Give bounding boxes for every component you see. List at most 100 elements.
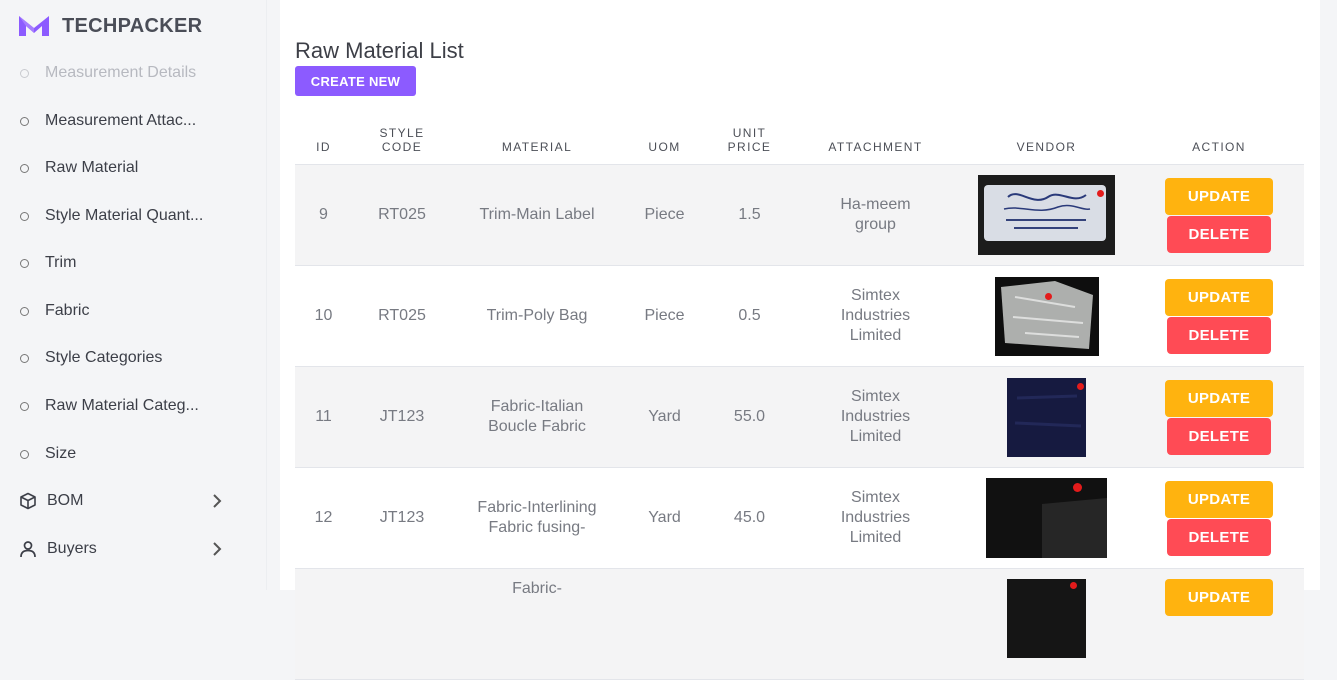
woven-label-photo[interactable] (978, 175, 1115, 255)
sidebar-item-label: Style Material Quant... (45, 207, 204, 224)
circle-icon (20, 353, 29, 363)
navy-fabric-photo[interactable] (1007, 377, 1086, 457)
cell-attachment: Simtex Industries Limited (792, 467, 959, 569)
table-row: 9 RT025 Trim-Main Label Piece 1.5 Ha-mee… (295, 164, 1304, 266)
update-button[interactable]: UPDATE (1165, 177, 1273, 215)
cell-style-code: JT123 (352, 366, 452, 468)
cell-uom: Yard (622, 467, 707, 569)
circle-icon (20, 211, 29, 221)
techpacker-logo-icon (18, 14, 50, 38)
sidebar-item-style-material-quantity[interactable]: Style Material Quant... (18, 201, 228, 231)
cell-style-code: RT025 (352, 164, 452, 266)
cell-action: UPDATE DELETE (1134, 467, 1304, 569)
sidebar-item-label: Style Categories (45, 349, 163, 366)
cell-action: UPDATE DELETE (1134, 366, 1304, 468)
cell-vendor (959, 164, 1134, 266)
sidebar-item-style-categories[interactable]: Style Categories (18, 343, 228, 373)
cell-material: Fabric-Italian Boucle Fabric (452, 366, 622, 468)
cell-material: Trim-Main Label (452, 164, 622, 266)
cell-unit-price: 55.0 (707, 366, 792, 468)
cell-action: UPDATE DELETE (1134, 265, 1304, 367)
page-title: Raw Material List (295, 38, 464, 63)
cell-unit-price: 0.5 (707, 265, 792, 367)
dark-fabric-photo[interactable] (1007, 579, 1086, 658)
circle-icon (20, 449, 29, 459)
column-header-vendor[interactable]: VENDOR (959, 110, 1134, 165)
brand-name: TECHPACKER (62, 14, 203, 37)
table-row: Fabric- UPDATE (295, 568, 1304, 680)
cell-uom (622, 568, 707, 680)
sidebar-item-measurement-details[interactable]: Measurement Details (18, 58, 228, 88)
sidebar-item-trim[interactable]: Trim (18, 248, 228, 278)
cell-action: UPDATE DELETE (1134, 164, 1304, 266)
circle-icon (20, 401, 29, 411)
cell-id: 10 (295, 265, 352, 367)
cell-unit-price: 1.5 (707, 164, 792, 266)
circle-icon (20, 68, 29, 78)
chevron-right-icon (212, 493, 222, 514)
cell-id: 12 (295, 467, 352, 569)
sidebar-item-fabric[interactable]: Fabric (18, 296, 228, 326)
cell-id: 11 (295, 366, 352, 468)
create-new-button[interactable]: CREATE NEW (295, 66, 416, 96)
cell-style-code (352, 568, 452, 680)
chevron-right-icon (212, 541, 222, 562)
circle-icon (20, 258, 29, 268)
table-header-row: ID STYLE CODE MATERIAL UOM UNIT PRICE AT… (295, 110, 1304, 165)
update-button[interactable]: UPDATE (1165, 379, 1273, 417)
sidebar-item-buyers[interactable]: Buyers (18, 534, 228, 564)
delete-button[interactable]: DELETE (1167, 417, 1271, 455)
column-header-attachment[interactable]: ATTACHMENT (792, 110, 959, 165)
cell-unit-price: 45.0 (707, 467, 792, 569)
delete-button[interactable]: DELETE (1167, 215, 1271, 253)
update-button[interactable]: UPDATE (1165, 480, 1273, 518)
sidebar-item-raw-material-categories[interactable]: Raw Material Categ... (18, 391, 228, 421)
sidebar-item-size[interactable]: Size (18, 439, 228, 469)
column-header-id[interactable]: ID (295, 110, 352, 165)
cell-id (295, 568, 352, 680)
main-panel: Raw Material List CREATE NEW ID STYLE CO… (280, 0, 1320, 680)
cell-style-code: RT025 (352, 265, 452, 367)
cell-vendor (959, 366, 1134, 468)
table-row: 10 RT025 Trim-Poly Bag Piece 0.5 Simtex … (295, 265, 1304, 367)
cell-vendor (959, 265, 1134, 367)
cell-material: Trim-Poly Bag (452, 265, 622, 367)
sidebar: TECHPACKER Measurement Details Measureme… (0, 0, 267, 590)
sidebar-item-label: Fabric (45, 302, 90, 319)
sidebar-item-measurement-attachment[interactable]: Measurement Attac... (18, 106, 228, 136)
update-button[interactable]: UPDATE (1165, 278, 1273, 316)
cell-action: UPDATE (1134, 568, 1304, 680)
sidebar-item-bom[interactable]: BOM (18, 486, 228, 516)
sidebar-item-label: Measurement Attac... (45, 112, 197, 129)
sidebar-item-label: BOM (47, 492, 84, 509)
cell-uom: Piece (622, 164, 707, 266)
cell-material: Fabric-Interlining Fabric fusing- (452, 467, 622, 569)
cell-uom: Piece (622, 265, 707, 367)
raw-material-table: ID STYLE CODE MATERIAL UOM UNIT PRICE AT… (295, 110, 1304, 680)
circle-icon (20, 116, 29, 126)
column-header-material[interactable]: MATERIAL (452, 110, 622, 165)
delete-button[interactable]: DELETE (1167, 316, 1271, 354)
black-interlining-photo[interactable] (986, 478, 1107, 558)
cell-style-code: JT123 (352, 467, 452, 569)
cell-attachment (792, 568, 959, 680)
sidebar-item-raw-material[interactable]: Raw Material (18, 153, 228, 183)
cell-attachment: Simtex Industries Limited (792, 366, 959, 468)
sidebar-item-label: Trim (45, 254, 77, 271)
cube-icon (18, 491, 38, 511)
brand[interactable]: TECHPACKER (18, 14, 202, 38)
column-header-style-code[interactable]: STYLE CODE (352, 110, 452, 165)
user-icon (18, 539, 38, 559)
column-header-unit-price[interactable]: UNIT PRICE (707, 110, 792, 165)
update-button[interactable]: UPDATE (1165, 579, 1273, 616)
circle-icon (20, 163, 29, 173)
delete-button[interactable]: DELETE (1167, 518, 1271, 556)
column-header-uom[interactable]: UOM (622, 110, 707, 165)
sidebar-item-label: Size (45, 445, 77, 462)
cell-vendor (959, 467, 1134, 569)
cell-unit-price (707, 568, 792, 680)
poly-bag-photo[interactable] (994, 276, 1099, 356)
cell-attachment: Ha-meem group (792, 164, 959, 266)
sidebar-item-label: Raw Material Categ... (45, 397, 199, 414)
table-row: 12 JT123 Fabric-Interlining Fabric fusin… (295, 467, 1304, 569)
